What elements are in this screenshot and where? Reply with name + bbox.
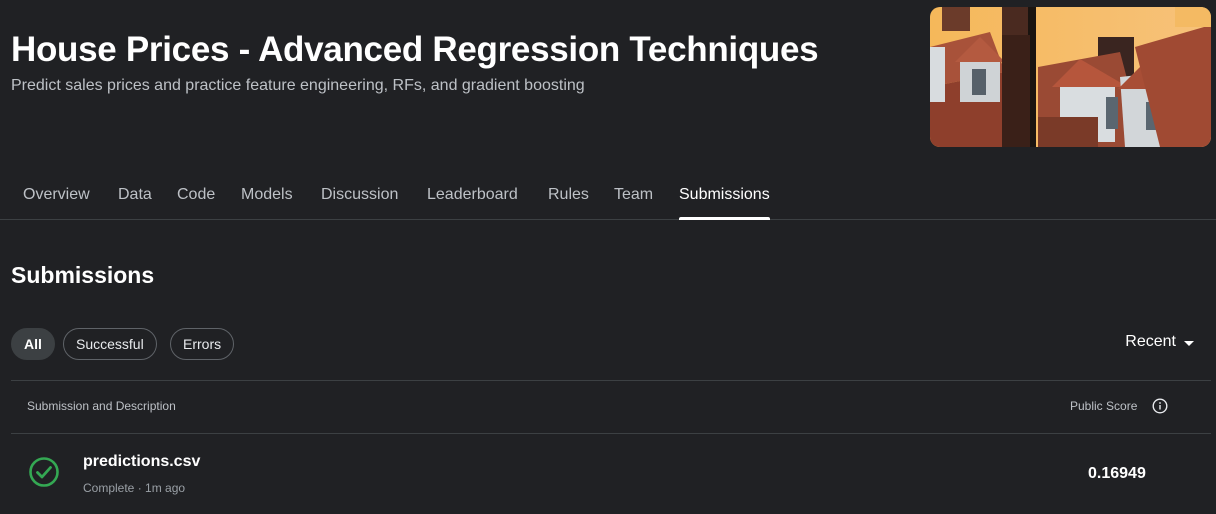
- tab-team[interactable]: Team: [614, 186, 653, 220]
- page: House Prices - Advanced Regression Techn…: [0, 0, 1216, 514]
- submission-status: Complete · 1m ago: [83, 481, 186, 495]
- column-header-score: Public Score: [1070, 399, 1138, 413]
- competition-subtitle: Predict sales prices and practice featur…: [11, 77, 585, 94]
- filter-successful-chip[interactable]: Successful: [63, 328, 157, 360]
- sort-dropdown[interactable]: Recent: [1125, 333, 1194, 351]
- column-header-description: Submission and Description: [27, 399, 176, 413]
- check-circle-icon: [28, 456, 60, 488]
- filter-errors-chip[interactable]: Errors: [170, 328, 235, 360]
- competition-title: House Prices - Advanced Regression Techn…: [11, 30, 819, 69]
- section-title: Submissions: [11, 262, 155, 288]
- competition-banner-image: [930, 7, 1211, 147]
- tab-discussion[interactable]: Discussion: [321, 186, 398, 220]
- filter-all-chip[interactable]: All: [11, 328, 55, 360]
- tab-data[interactable]: Data: [118, 186, 152, 220]
- tab-rules[interactable]: Rules: [548, 186, 589, 220]
- divider: [11, 433, 1211, 434]
- submission-file-name[interactable]: predictions.csv: [83, 453, 200, 471]
- divider: [11, 380, 1211, 381]
- sort-label: Recent: [1125, 333, 1176, 350]
- tab-submissions[interactable]: Submissions: [679, 186, 770, 220]
- tab-models[interactable]: Models: [241, 186, 293, 220]
- tab-leaderboard[interactable]: Leaderboard: [427, 186, 518, 220]
- tab-overview[interactable]: Overview: [23, 186, 90, 220]
- tab-code[interactable]: Code: [177, 186, 215, 220]
- public-score: 0.16949: [1088, 465, 1146, 482]
- competition-tabs: Overview Data Code Models Discussion Lea…: [0, 170, 1216, 220]
- caret-down-icon: [1184, 340, 1194, 346]
- info-icon[interactable]: [1152, 398, 1168, 414]
